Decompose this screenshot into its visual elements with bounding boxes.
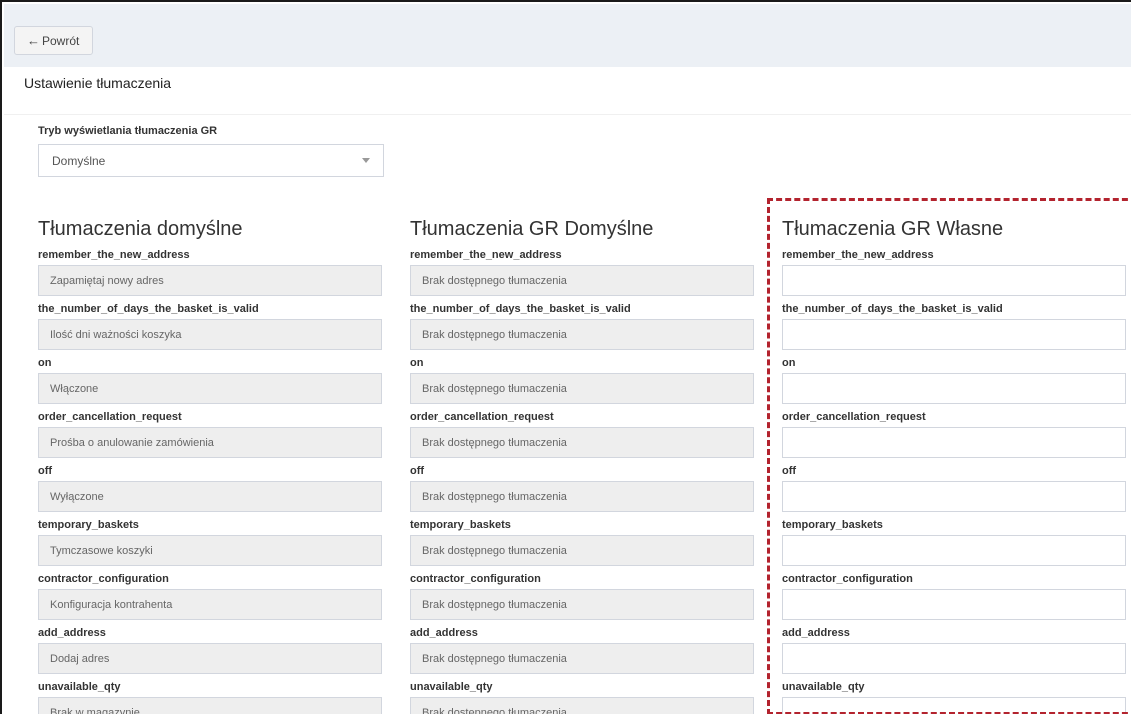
translation-readonly-field: Dodaj adres — [38, 643, 382, 674]
translation-key: contractor_configuration — [410, 573, 541, 585]
translation-readonly-field: Ilość dni ważności koszyka — [38, 319, 382, 350]
translation-row: contractor_configuration — [782, 573, 1128, 627]
translation-key: unavailable_qty — [410, 681, 493, 693]
column-default-translations: Tłumaczenia domyślne remember_the_new_ad… — [38, 214, 384, 714]
mode-select[interactable]: Domyślne — [38, 144, 384, 177]
translation-key: contractor_configuration — [38, 573, 169, 585]
app-frame: ← Powrót Ustawienie tłumaczenia Tryb wyś… — [0, 0, 1131, 714]
translation-input[interactable] — [782, 427, 1126, 458]
translation-key: order_cancellation_request — [38, 411, 182, 423]
translation-key: remember_the_new_address — [38, 249, 190, 261]
chevron-down-icon — [362, 158, 370, 163]
translation-readonly-field: Tymczasowe koszyki — [38, 535, 382, 566]
translation-row: temporary_baskets Tymczasowe koszyki — [38, 519, 384, 573]
translation-input[interactable] — [782, 589, 1126, 620]
translation-row: off Wyłączone — [38, 465, 384, 519]
translation-row: unavailable_qty Brak dostępnego tłumaczen… — [410, 681, 756, 714]
column-gr-own-translations: Tłumaczenia GR Własne remember_the_new_a… — [782, 214, 1128, 714]
translation-row: on Włączone — [38, 357, 384, 411]
translation-key: off — [38, 465, 53, 477]
translation-key: contractor_configuration — [782, 573, 913, 585]
translation-row: remember_the_new_address Brak dostępnego … — [410, 249, 756, 303]
translation-readonly-field: Brak dostępnego tłumaczenia — [410, 643, 754, 674]
translation-readonly-field: Prośba o anulowanie zamówienia — [38, 427, 382, 458]
translation-key: add_address — [410, 627, 478, 639]
translation-key: off — [410, 465, 425, 477]
translation-input[interactable] — [782, 319, 1126, 350]
translation-key: on — [782, 357, 796, 369]
translation-key: the_number_of_days_the_basket_is_valid — [38, 303, 259, 315]
translation-input[interactable] — [782, 373, 1126, 404]
translation-key: on — [410, 357, 424, 369]
column-title: Tłumaczenia GR Własne — [782, 218, 1004, 240]
translation-readonly-field: Brak dostępnego tłumaczenia — [410, 319, 754, 350]
translation-key: the_number_of_days_the_basket_is_valid — [782, 303, 1003, 315]
translation-row: remember_the_new_address Zapamiętaj nowy … — [38, 249, 384, 303]
arrow-left-icon: ← — [27, 33, 40, 48]
translation-key: on — [38, 357, 52, 369]
translation-row: the_number_of_days_the_basket_is_valid — [782, 303, 1128, 357]
mode-label: Tryb wyświetlania tłumaczenia GR — [38, 125, 218, 137]
translation-readonly-field: Zapamiętaj nowy adres — [38, 265, 382, 296]
translation-row: contractor_configuration Konfiguracja kon… — [38, 573, 384, 627]
translation-row: on — [782, 357, 1128, 411]
translation-row: add_address Dodaj adres — [38, 627, 384, 681]
translation-readonly-field: Włączone — [38, 373, 382, 404]
back-button[interactable]: ← Powrót — [14, 26, 93, 55]
translation-row: add_address — [782, 627, 1128, 681]
translation-row: the_number_of_days_the_basket_is_valid Il… — [38, 303, 384, 357]
translation-row: add_address Brak dostępnego tłumaczenia — [410, 627, 756, 681]
translation-readonly-field: Brak dostępnego tłumaczenia — [410, 427, 754, 458]
translation-readonly-field: Wyłączone — [38, 481, 382, 512]
translation-input[interactable] — [782, 265, 1126, 296]
translation-row: the_number_of_days_the_basket_is_valid Br… — [410, 303, 756, 357]
translation-readonly-field: Brak dostępnego tłumaczenia — [410, 535, 754, 566]
translation-key: remember_the_new_address — [782, 249, 934, 261]
translation-input[interactable] — [782, 481, 1126, 512]
translation-key: temporary_baskets — [410, 519, 511, 531]
translation-key: add_address — [38, 627, 106, 639]
translation-row: unavailable_qty Brak w magazynie — [38, 681, 384, 714]
translation-readonly-field: Brak dostępnego tłumaczenia — [410, 481, 754, 512]
translation-row: order_cancellation_request — [782, 411, 1128, 465]
translation-input[interactable] — [782, 643, 1126, 674]
translation-row: on Brak dostępnego tłumaczenia — [410, 357, 756, 411]
translation-key: remember_the_new_address — [410, 249, 562, 261]
translation-key: the_number_of_days_the_basket_is_valid — [410, 303, 631, 315]
translation-row: off Brak dostępnego tłumaczenia — [410, 465, 756, 519]
back-button-label: Powrót — [42, 33, 80, 48]
translation-key: temporary_baskets — [38, 519, 139, 531]
translation-key: unavailable_qty — [38, 681, 121, 693]
translation-key: order_cancellation_request — [782, 411, 926, 423]
column-title: Tłumaczenia domyślne — [38, 218, 243, 240]
translation-readonly-field: Brak dostępnego tłumaczenia — [410, 697, 754, 714]
translation-readonly-field: Konfiguracja kontrahenta — [38, 589, 382, 620]
translation-key: unavailable_qty — [782, 681, 865, 693]
translation-readonly-field: Brak dostępnego tłumaczenia — [410, 589, 754, 620]
translation-row: unavailable_qty — [782, 681, 1128, 714]
translation-input[interactable] — [782, 697, 1126, 714]
translation-row: temporary_baskets Brak dostępnego tłumacz… — [410, 519, 756, 573]
translation-readonly-field: Brak w magazynie — [38, 697, 382, 714]
column-title: Tłumaczenia GR Domyślne — [410, 218, 654, 240]
translation-row: order_cancellation_request Brak dostępneg… — [410, 411, 756, 465]
translation-key: order_cancellation_request — [410, 411, 554, 423]
translation-input[interactable] — [782, 535, 1126, 566]
top-toolbar: ← Powrót — [4, 4, 1131, 67]
translation-key: off — [782, 465, 797, 477]
translation-row: temporary_baskets — [782, 519, 1128, 573]
translation-row: contractor_configuration Brak dostępnego … — [410, 573, 756, 627]
column-gr-default-translations: Tłumaczenia GR Domyślne remember_the_new… — [410, 214, 756, 714]
translation-key: add_address — [782, 627, 850, 639]
section-header: Ustawienie tłumaczenia — [4, 67, 1131, 115]
translation-readonly-field: Brak dostępnego tłumaczenia — [410, 373, 754, 404]
translation-row: off — [782, 465, 1128, 519]
translation-key: temporary_baskets — [782, 519, 883, 531]
mode-select-value: Domyślne — [52, 153, 106, 168]
translation-row: order_cancellation_request Prośba o anulo… — [38, 411, 384, 465]
page-title: Ustawienie tłumaczenia — [24, 75, 172, 91]
translation-row: remember_the_new_address — [782, 249, 1128, 303]
translation-readonly-field: Brak dostępnego tłumaczenia — [410, 265, 754, 296]
